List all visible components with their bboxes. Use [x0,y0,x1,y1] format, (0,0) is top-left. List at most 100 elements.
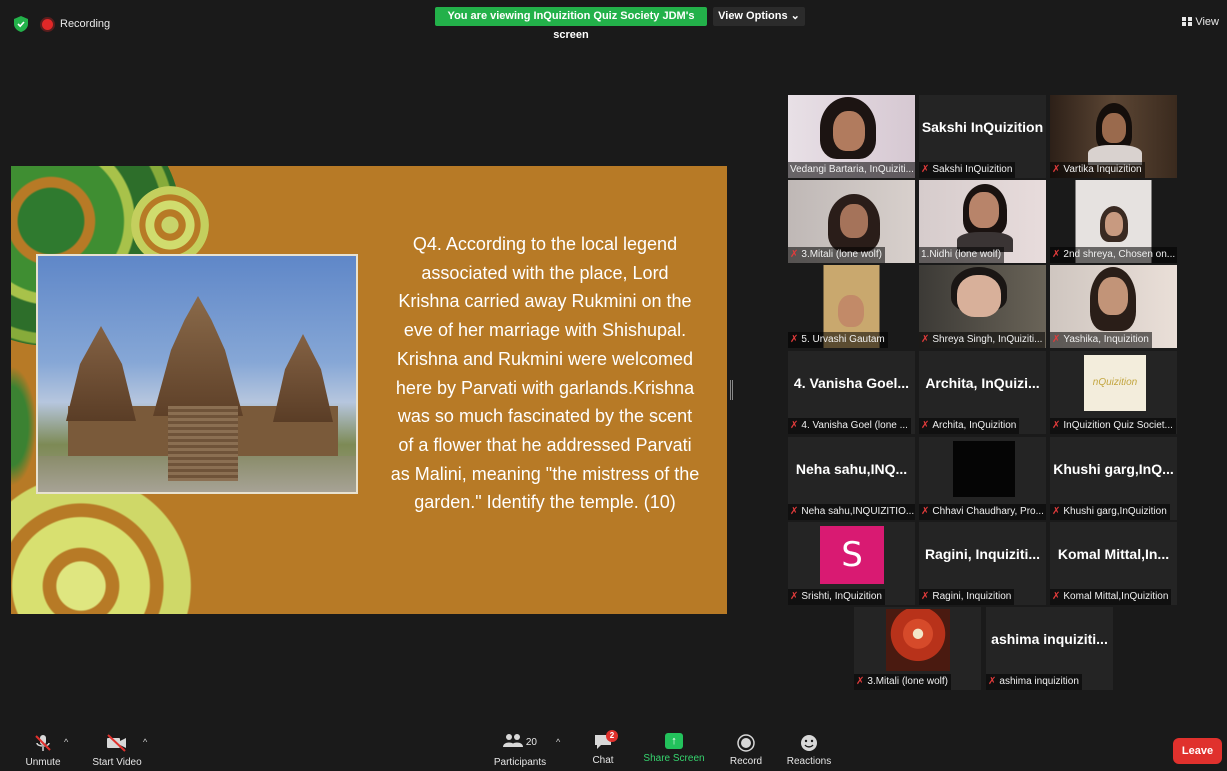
shield-icon[interactable] [14,16,28,32]
meeting-toolbar: Unmute ^ Start Video ^ 20 Participants ^ [0,725,1227,771]
view-layout-button[interactable]: View [1182,16,1219,28]
start-video-label: Start Video [92,757,142,768]
resize-divider-handle[interactable] [730,380,733,400]
participant-display-name: Khushi garg,InQ... [1053,461,1174,477]
participant-name-label: ✗ 3.Mitali (lone wolf) [854,674,951,690]
participant-display-name: Komal Mittal,In... [1057,546,1170,562]
participants-caret-icon[interactable]: ^ [556,737,560,747]
mandala-decoration [131,186,209,264]
participant-tile[interactable]: Komal Mittal,In... ✗ Komal Mittal,InQuizi… [1050,522,1177,605]
muted-mic-icon: ✗ [1052,420,1061,431]
unmute-button[interactable]: Unmute [18,725,68,771]
record-label: Record [729,756,763,767]
audio-options-caret-icon[interactable]: ^ [64,737,68,747]
muted-mic-icon: ✗ [790,249,799,260]
participant-tile[interactable]: ✗ 3.Mitali (lone wolf) [788,180,915,263]
muted-mic-icon: ✗ [790,591,799,602]
muted-mic-icon: ✗ [1052,591,1061,602]
participant-name-label: ✗ Chhavi Chaudhary, Pro... [919,504,1046,520]
view-label: View [1195,16,1219,28]
participant-name-label: ✗ Archita, InQuizition [919,418,1020,434]
view-options-button[interactable]: View Options ⌄ [713,7,805,26]
muted-microphone-icon [35,735,51,751]
participant-name-label: ✗ 2nd shreya, Chosen on... [1050,247,1177,263]
participant-name-label: ✗ Ragini, Inquizition [919,589,1015,605]
mandala-decoration [11,476,211,614]
muted-mic-icon: ✗ [1052,334,1061,345]
participant-tile[interactable]: Vedangi Bartaria, InQuiziti... [788,95,915,178]
unmute-label: Unmute [25,757,61,768]
participant-tile[interactable]: Ragini, Inquiziti... ✗ Ragini, Inquizitio… [919,522,1046,605]
participant-tile[interactable]: ✗ 3.Mitali (lone wolf) [854,607,981,690]
chat-label: Chat [592,755,614,766]
start-video-button[interactable]: Start Video [88,725,146,771]
participant-tile[interactable]: Khushi garg,InQ... ✗ Khushi garg,InQuizit… [1050,437,1177,520]
participant-tile[interactable]: ✗ Yashika, Inquizition [1050,265,1177,348]
muted-mic-icon: ✗ [856,676,865,687]
participant-name-label: ✗ ashima inquizition [986,674,1082,690]
participant-name-label: ✗ 3.Mitali (lone wolf) [788,247,885,263]
participant-tile[interactable]: ✗ 5. Urvashi Gautam [788,265,915,348]
participant-tile-active-speaker[interactable]: 1.Nidhi (lone wolf) [919,180,1046,263]
participant-name-label: ✗ Yashika, Inquizition [1050,332,1152,348]
reactions-smiley-icon [801,735,817,751]
participant-name-label: ✗ Vartika Inquizition [1050,162,1145,178]
muted-mic-icon: ✗ [921,506,930,517]
zoom-meeting-window: Recording You are viewing InQuizition Qu… [0,0,1227,771]
participant-name-label: ✗ 4. Vanisha Goel (lone ... [788,418,911,434]
video-options-caret-icon[interactable]: ^ [143,737,147,747]
muted-mic-icon: ✗ [790,420,799,431]
top-bar: Recording You are viewing InQuizition Qu… [0,0,1227,48]
viewing-screen-banner: You are viewing InQuizition Quiz Society… [435,7,707,41]
muted-mic-icon: ✗ [921,334,930,345]
muted-mic-icon: ✗ [790,334,799,345]
participant-tile[interactable]: S ✗ Srishti, InQuizition [788,522,915,605]
participant-name-label: ✗ Neha sahu,INQUIZITIO... [788,504,915,520]
participant-tile[interactable]: ✗ Shreya Singh, InQuiziti... [919,265,1046,348]
leave-button[interactable]: Leave [1173,738,1222,764]
participant-name-label: ✗ Shreya Singh, InQuiziti... [919,332,1046,348]
muted-mic-icon: ✗ [921,591,930,602]
participant-tile[interactable]: Sakshi InQuizition ✗ Sakshi InQuizition [919,95,1046,178]
muted-mic-icon: ✗ [790,506,799,517]
participant-display-name: Archita, InQuizi... [925,375,1040,391]
muted-mic-icon: ✗ [921,420,930,431]
participant-name-label: ✗ Sakshi InQuizition [919,162,1016,178]
share-screen-button[interactable]: ↑ Share Screen [642,725,706,771]
participant-name-label: ✗ InQuizition Quiz Societ... [1050,418,1176,434]
quiz-question-text: Q4. According to the local legend associ… [390,234,700,513]
participant-tile[interactable]: ✗ 2nd shreya, Chosen on... [1050,180,1177,263]
chat-button[interactable]: 2 Chat [586,725,620,771]
recording-label: Recording [60,18,111,30]
participant-tile[interactable]: ashima inquiziti... ✗ ashima inquizition [986,607,1113,690]
participant-name-label: ✗ Srishti, InQuizition [788,589,885,605]
participant-name-label: 1.Nidhi (lone wolf) [919,247,1005,263]
participant-tile[interactable]: ✗ Vartika Inquizition [1050,95,1177,178]
participant-tile[interactable]: Archita, InQuizi... ✗ Archita, InQuizitio… [919,351,1046,434]
participant-name-label: ✗ Khushi garg,InQuizition [1050,504,1170,520]
participant-display-name: Neha sahu,INQ... [795,461,908,477]
participant-name-label: ✗ Komal Mittal,InQuizition [1050,589,1172,605]
participant-tile[interactable]: Neha sahu,INQ... ✗ Neha sahu,INQUIZITIO..… [788,437,915,520]
participant-tile[interactable]: 4. Vanisha Goel... ✗ 4. Vanisha Goel (lon… [788,351,915,434]
reactions-button[interactable]: Reactions [786,725,832,771]
grid-view-icon [1182,17,1193,26]
participant-name-label: Vedangi Bartaria, InQuiziti... [788,162,915,178]
muted-mic-icon: ✗ [1052,164,1061,175]
inquizition-logo: nQuizition [1084,355,1146,411]
participant-name-label: ✗ 5. Urvashi Gautam [788,332,888,348]
participant-tile[interactable]: nQuizition ✗ InQuizition Quiz Societ... [1050,351,1177,434]
participants-count: 20 [525,737,537,748]
participant-avatar: S [820,526,884,584]
participants-label: Participants [493,757,547,768]
temple-photo [36,254,358,494]
participants-icon [503,734,524,747]
participant-tile[interactable]: ✗ Chhavi Chaudhary, Pro... [919,437,1046,520]
participants-button[interactable]: 20 Participants [488,725,552,771]
share-screen-icon: ↑ [665,733,683,749]
muted-mic-icon: ✗ [1052,506,1061,517]
chat-icon-wrap: 2 [594,730,618,750]
recording-indicator-icon [42,19,53,30]
share-screen-label: Share Screen [643,753,705,764]
record-button[interactable]: Record [726,725,766,771]
